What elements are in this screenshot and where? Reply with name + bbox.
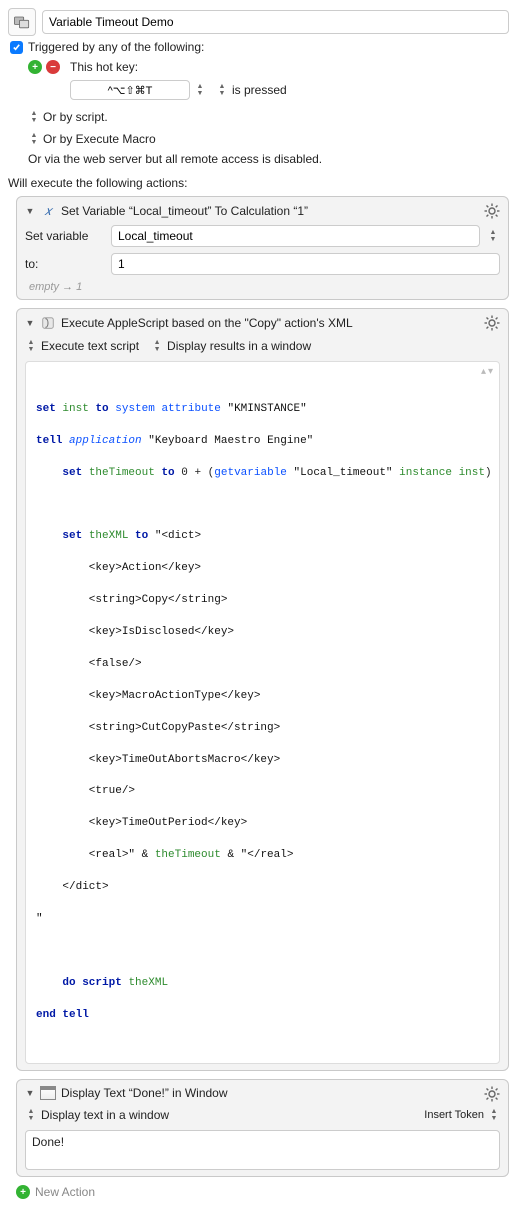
- chevron-down-icon[interactable]: ▾: [488, 366, 493, 381]
- action2-title: Execute AppleScript based on the "Copy" …: [61, 316, 353, 330]
- or-script-label: Or by script.: [43, 110, 108, 124]
- action-display-text: Display Text “Done!” in Window Display t…: [16, 1079, 509, 1177]
- display-text-input[interactable]: Done!: [25, 1130, 500, 1170]
- gear-icon[interactable]: [484, 203, 500, 219]
- to-value-input[interactable]: [111, 253, 500, 275]
- remove-trigger-button[interactable]: −: [46, 60, 60, 74]
- applescript-icon: [40, 315, 56, 331]
- action-execute-applescript: Execute AppleScript based on the "Copy" …: [16, 308, 509, 1071]
- hotkey-label: This hot key:: [70, 60, 138, 74]
- result-mode-label: Display results in a window: [167, 339, 311, 353]
- hotkey-stepper[interactable]: [194, 81, 206, 99]
- disclosure-icon[interactable]: [25, 206, 35, 216]
- gear-icon[interactable]: [484, 1086, 500, 1102]
- or-execute-macro-stepper[interactable]: [28, 130, 40, 148]
- hotkey-state-label: is pressed: [232, 83, 287, 97]
- add-action-button[interactable]: +: [16, 1185, 30, 1199]
- variable-name-input[interactable]: [111, 225, 480, 247]
- window-icon: [40, 1086, 56, 1100]
- or-script-stepper[interactable]: [28, 108, 40, 126]
- add-trigger-button[interactable]: +: [28, 60, 42, 74]
- variable-x-icon: 𝑥: [40, 203, 56, 219]
- action3-title: Display Text “Done!” in Window: [61, 1086, 228, 1100]
- set-variable-label: Set variable: [25, 229, 105, 243]
- macro-icon: [8, 8, 36, 36]
- disclosure-icon[interactable]: [25, 318, 35, 328]
- hint-arrow-icon: →: [62, 281, 73, 293]
- script-mode-stepper[interactable]: [25, 337, 37, 355]
- insert-token-button[interactable]: Insert Token: [424, 1109, 484, 1121]
- disclosure-icon[interactable]: [25, 1088, 35, 1098]
- result-mode-stepper[interactable]: [151, 337, 163, 355]
- insert-token-stepper[interactable]: [488, 1106, 500, 1124]
- or-execute-macro-label: Or by Execute Macro: [43, 132, 156, 146]
- hotkey-state-stepper[interactable]: [216, 81, 228, 99]
- action1-title: Set Variable “Local_timeout” To Calculat…: [61, 204, 308, 218]
- enabled-checkbox[interactable]: [10, 41, 23, 54]
- action-set-variable: 𝑥 Set Variable “Local_timeout” To Calcul…: [16, 196, 509, 300]
- or-webserver-label: Or via the web server but all remote acc…: [28, 152, 322, 166]
- script-mode-label: Execute text script: [41, 339, 139, 353]
- variable-name-stepper[interactable]: [486, 227, 500, 245]
- to-label: to:: [25, 257, 105, 271]
- hotkey-input[interactable]: [70, 80, 190, 100]
- chevron-up-icon[interactable]: ▴: [481, 366, 486, 381]
- applescript-editor[interactable]: ▴ ▾ set inst to system attribute "KMINST…: [25, 361, 500, 1064]
- trigger-heading: Triggered by any of the following:: [28, 40, 204, 54]
- display-mode-label: Display text in a window: [41, 1108, 169, 1122]
- gear-icon[interactable]: [484, 315, 500, 331]
- hint-empty: empty: [29, 281, 59, 293]
- hint-value: 1: [76, 281, 82, 293]
- macro-title-input[interactable]: [42, 10, 509, 34]
- actions-heading: Will execute the following actions:: [8, 176, 509, 190]
- new-action-label: New Action: [35, 1185, 95, 1199]
- display-mode-stepper[interactable]: [25, 1106, 37, 1124]
